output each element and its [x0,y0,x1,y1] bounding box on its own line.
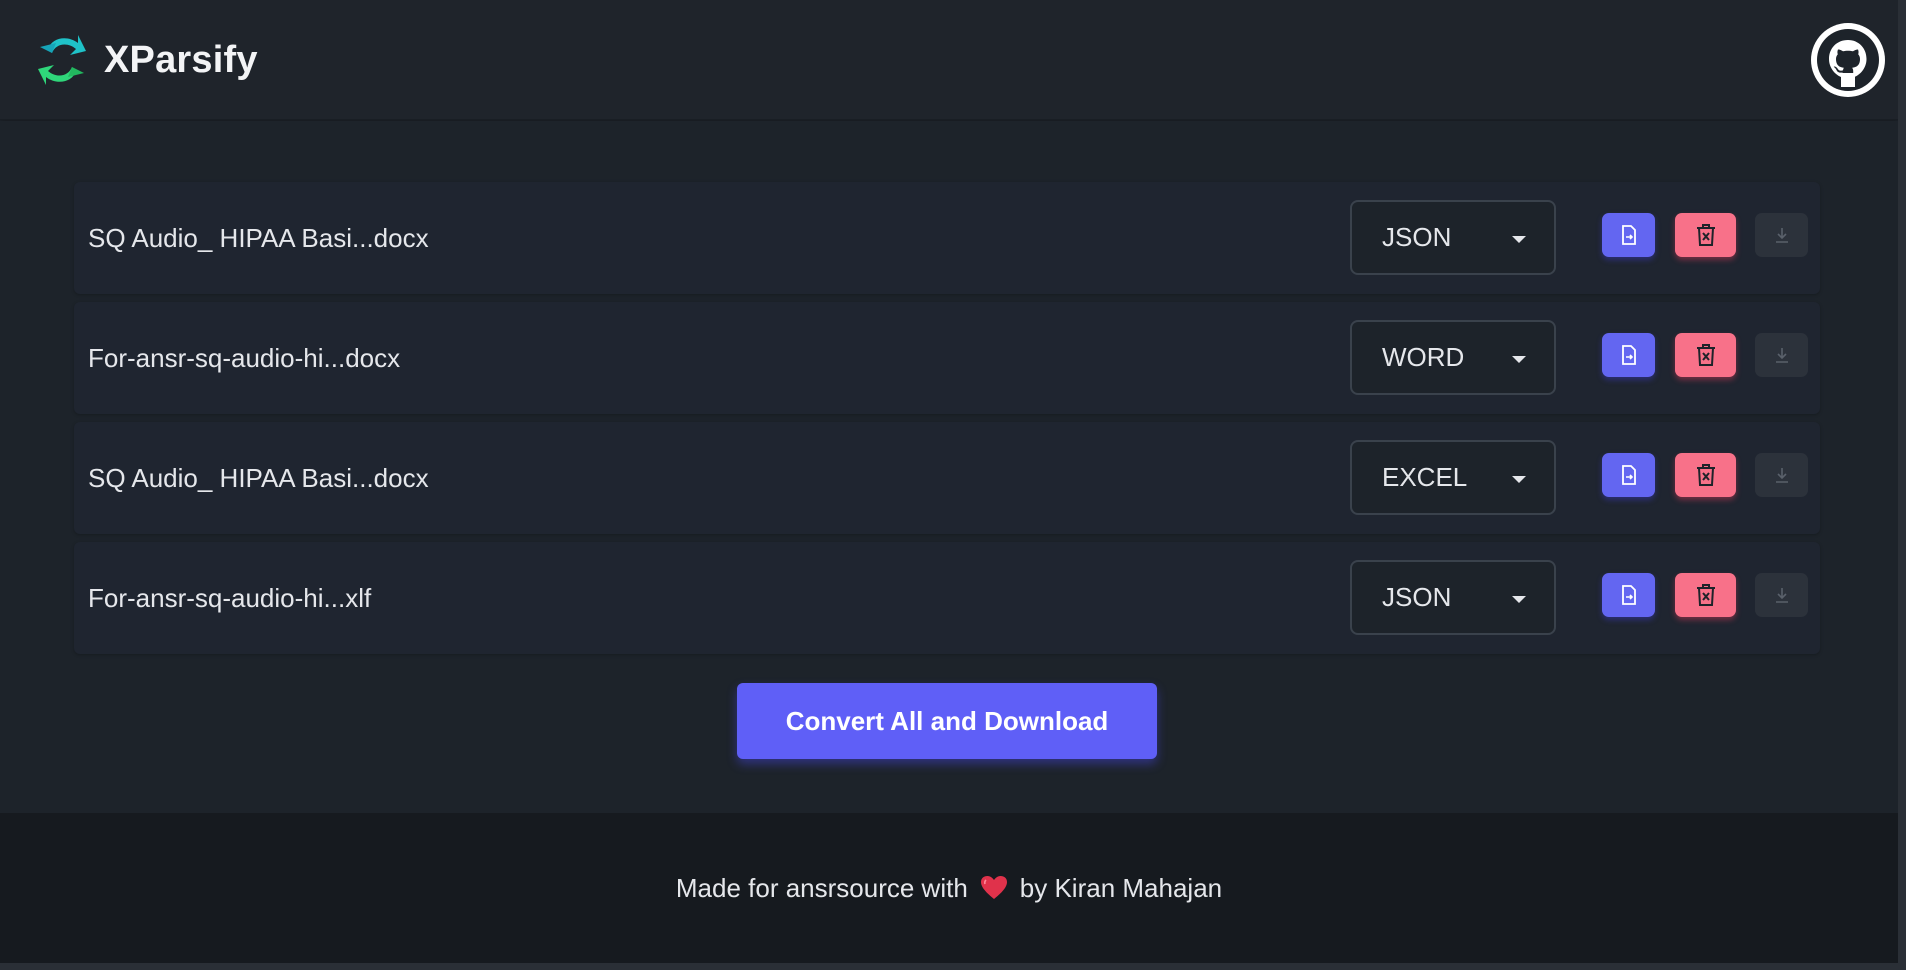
format-select-value: JSON [1382,222,1452,252]
chevron-down-icon [1512,236,1526,243]
file-row: For-ansr-sq-audio-hi...docx WORD [74,302,1820,414]
convert-file-button[interactable] [1602,213,1655,257]
app-title: XParsify [104,38,258,81]
download-icon [1775,348,1788,363]
footer: Made for ansrsource with by Kiran Mahaja… [0,813,1898,963]
trash-icon [1696,224,1715,246]
trash-icon [1696,344,1715,366]
chevron-down-icon [1512,356,1526,363]
delete-file-button[interactable] [1675,573,1736,617]
format-select-value: WORD [1382,342,1465,372]
format-select[interactable]: JSON [1350,560,1556,635]
file-name: For-ansr-sq-audio-hi...docx [88,342,401,373]
file-convert-icon [1621,345,1636,365]
github-icon [1817,29,1879,91]
format-select-value: EXCEL [1382,462,1468,492]
footer-author-text: by Kiran Mahajan [1019,872,1223,903]
github-link[interactable] [1811,23,1885,97]
download-file-button[interactable] [1755,453,1808,497]
window-bottom-edge [0,963,1906,970]
trash-icon [1696,584,1715,606]
file-list: SQ Audio_ HIPAA Basi...docx JSON For-ans… [74,182,1820,662]
download-file-button[interactable] [1755,213,1808,257]
window-right-edge [1898,0,1906,970]
delete-file-button[interactable] [1675,333,1736,377]
download-icon [1775,468,1788,483]
file-convert-icon [1621,465,1636,485]
footer-made-for-text: Made for ansrsource with [675,872,968,903]
file-convert-icon [1621,225,1636,245]
convert-file-button[interactable] [1602,453,1655,497]
file-name: For-ansr-sq-audio-hi...xlf [88,582,372,613]
file-name: SQ Audio_ HIPAA Basi...docx [88,222,429,253]
top-header: XParsify [0,0,1898,120]
brand[interactable]: XParsify [34,28,258,92]
chevron-down-icon [1512,596,1526,603]
convert-all-button[interactable]: Convert All and Download [737,683,1157,759]
format-select[interactable]: JSON [1350,200,1556,275]
download-icon [1775,228,1788,243]
delete-file-button[interactable] [1675,213,1736,257]
download-file-button[interactable] [1755,573,1808,617]
file-row: For-ansr-sq-audio-hi...xlf JSON [74,542,1820,654]
delete-file-button[interactable] [1675,453,1736,497]
file-row: SQ Audio_ HIPAA Basi...docx EXCEL [74,422,1820,534]
format-select-value: JSON [1382,582,1452,612]
app-root: XParsify SQ Audio_ HIPAA Basi...docx JSO… [0,0,1906,970]
main-content: SQ Audio_ HIPAA Basi...docx JSON For-ans… [0,121,1898,813]
trash-icon [1696,464,1715,486]
chevron-down-icon [1512,476,1526,483]
file-convert-icon [1621,585,1636,605]
download-icon [1775,588,1788,603]
download-file-button[interactable] [1755,333,1808,377]
heart-icon [980,876,1007,899]
xparsify-logo-icon [38,35,86,85]
convert-file-button[interactable] [1602,333,1655,377]
file-name: SQ Audio_ HIPAA Basi...docx [88,462,429,493]
file-row: SQ Audio_ HIPAA Basi...docx JSON [74,182,1820,294]
format-select[interactable]: EXCEL [1350,440,1556,515]
format-select[interactable]: WORD [1350,320,1556,395]
convert-file-button[interactable] [1602,573,1655,617]
